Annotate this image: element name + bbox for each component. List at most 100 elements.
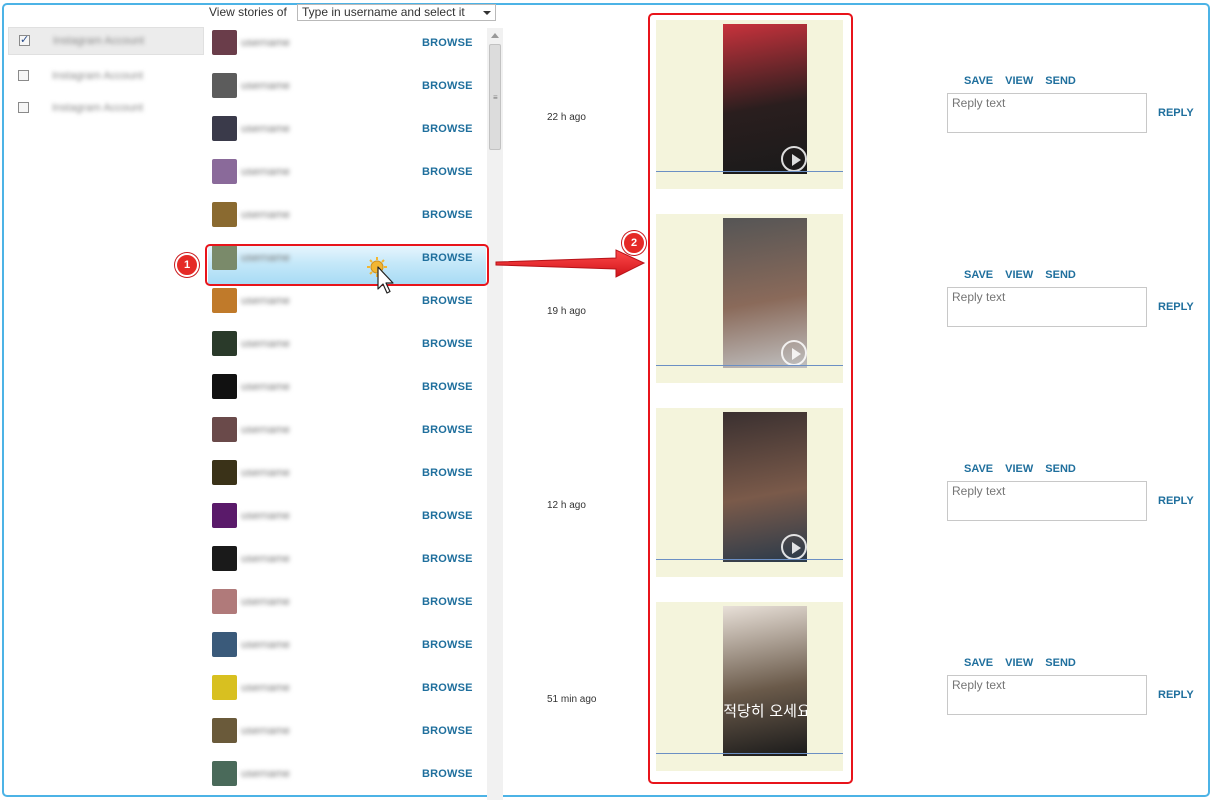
save-button[interactable]: SAVE bbox=[964, 463, 993, 475]
account-label: Instagram Account bbox=[52, 70, 144, 82]
username-select[interactable]: Type in username and select it bbox=[297, 4, 496, 21]
account-row[interactable]: Instagram Account bbox=[8, 63, 204, 91]
avatar bbox=[212, 675, 237, 700]
account-checkbox[interactable] bbox=[18, 102, 29, 113]
avatar bbox=[212, 159, 237, 184]
reply-button[interactable]: REPLY bbox=[1158, 689, 1194, 701]
callout-box-2 bbox=[648, 13, 853, 784]
story-actions: SAVE VIEW SEND bbox=[964, 657, 1088, 669]
avatar bbox=[212, 331, 237, 356]
chevron-down-icon[interactable] bbox=[483, 11, 491, 15]
browse-button[interactable]: BROWSE bbox=[422, 682, 473, 694]
reply-input[interactable] bbox=[947, 675, 1147, 715]
save-button[interactable]: SAVE bbox=[964, 269, 993, 281]
avatar bbox=[212, 73, 237, 98]
user-row[interactable]: username BROWSE bbox=[207, 73, 487, 109]
callout-box-1 bbox=[205, 244, 489, 286]
browse-button[interactable]: BROWSE bbox=[422, 123, 473, 135]
callout-arrow-icon bbox=[495, 249, 646, 278]
browse-button[interactable]: BROWSE bbox=[422, 725, 473, 737]
browse-button[interactable]: BROWSE bbox=[422, 295, 473, 307]
browse-button[interactable]: BROWSE bbox=[422, 639, 473, 651]
avatar bbox=[212, 632, 237, 657]
browse-button[interactable]: BROWSE bbox=[422, 768, 473, 780]
send-button[interactable]: SEND bbox=[1045, 75, 1076, 87]
browse-button[interactable]: BROWSE bbox=[422, 553, 473, 565]
user-row[interactable]: username BROWSE bbox=[207, 675, 487, 711]
user-row[interactable]: username BROWSE bbox=[207, 632, 487, 668]
reply-input[interactable] bbox=[947, 93, 1147, 133]
username-label: username bbox=[241, 682, 290, 694]
avatar bbox=[212, 116, 237, 141]
account-row[interactable]: ✓ Instagram Account bbox=[8, 27, 204, 55]
account-label: Instagram Account bbox=[53, 35, 145, 47]
user-row[interactable]: username BROWSE bbox=[207, 761, 487, 797]
user-row[interactable]: username BROWSE bbox=[207, 116, 487, 152]
user-row[interactable]: username BROWSE bbox=[207, 718, 487, 754]
story-actions: SAVE VIEW SEND bbox=[964, 463, 1088, 475]
username-label: username bbox=[241, 725, 290, 737]
reply-button[interactable]: REPLY bbox=[1158, 301, 1194, 313]
user-row[interactable]: username BROWSE bbox=[207, 417, 487, 453]
user-row[interactable]: username BROWSE bbox=[207, 546, 487, 582]
username-label: username bbox=[241, 166, 290, 178]
username-label: username bbox=[241, 123, 290, 135]
send-button[interactable]: SEND bbox=[1045, 657, 1076, 669]
username-label: username bbox=[241, 338, 290, 350]
username-select-placeholder: Type in username and select it bbox=[302, 5, 465, 19]
username-label: username bbox=[241, 639, 290, 651]
username-label: username bbox=[241, 381, 290, 393]
username-label: username bbox=[241, 467, 290, 479]
browse-button[interactable]: BROWSE bbox=[422, 510, 473, 522]
view-button[interactable]: VIEW bbox=[1005, 463, 1033, 475]
username-label: username bbox=[241, 510, 290, 522]
user-row[interactable]: username BROWSE bbox=[207, 374, 487, 410]
view-button[interactable]: VIEW bbox=[1005, 657, 1033, 669]
busy-cursor-icon bbox=[367, 257, 394, 294]
browse-button[interactable]: BROWSE bbox=[422, 338, 473, 350]
story-time: 22 h ago bbox=[547, 112, 586, 123]
view-button[interactable]: VIEW bbox=[1005, 269, 1033, 281]
scroll-up-arrow-icon[interactable] bbox=[491, 33, 499, 38]
account-row[interactable]: Instagram Account bbox=[8, 95, 204, 123]
save-button[interactable]: SAVE bbox=[964, 657, 993, 669]
browse-button[interactable]: BROWSE bbox=[422, 37, 473, 49]
username-label: username bbox=[241, 553, 290, 565]
send-button[interactable]: SEND bbox=[1045, 463, 1076, 475]
avatar bbox=[212, 288, 237, 313]
browse-button[interactable]: BROWSE bbox=[422, 381, 473, 393]
grip-icon: ≡ bbox=[493, 93, 498, 102]
username-label: username bbox=[241, 80, 290, 92]
username-label: username bbox=[241, 596, 290, 608]
user-row[interactable]: username BROWSE bbox=[207, 30, 487, 66]
view-stories-label: View stories of bbox=[209, 5, 287, 19]
reply-button[interactable]: REPLY bbox=[1158, 107, 1194, 119]
user-row[interactable]: username BROWSE bbox=[207, 159, 487, 195]
user-row[interactable]: username BROWSE bbox=[207, 460, 487, 496]
browse-button[interactable]: BROWSE bbox=[422, 596, 473, 608]
view-button[interactable]: VIEW bbox=[1005, 75, 1033, 87]
avatar bbox=[212, 546, 237, 571]
reply-button[interactable]: REPLY bbox=[1158, 495, 1194, 507]
save-button[interactable]: SAVE bbox=[964, 75, 993, 87]
username-label: username bbox=[241, 295, 290, 307]
account-checkbox[interactable] bbox=[18, 70, 29, 81]
reply-input[interactable] bbox=[947, 481, 1147, 521]
user-row[interactable]: username BROWSE bbox=[207, 331, 487, 367]
avatar bbox=[212, 374, 237, 399]
avatar bbox=[212, 202, 237, 227]
browse-button[interactable]: BROWSE bbox=[422, 467, 473, 479]
user-row[interactable]: username BROWSE bbox=[207, 589, 487, 625]
step-badge-1: 1 bbox=[175, 253, 199, 277]
browse-button[interactable]: BROWSE bbox=[422, 80, 473, 92]
user-row[interactable]: username BROWSE bbox=[207, 288, 487, 324]
send-button[interactable]: SEND bbox=[1045, 269, 1076, 281]
browse-button[interactable]: BROWSE bbox=[422, 209, 473, 221]
story-time: 12 h ago bbox=[547, 500, 586, 511]
account-checkbox[interactable]: ✓ bbox=[19, 35, 30, 46]
user-row[interactable]: username BROWSE bbox=[207, 503, 487, 539]
browse-button[interactable]: BROWSE bbox=[422, 166, 473, 178]
browse-button[interactable]: BROWSE bbox=[422, 424, 473, 436]
user-row[interactable]: username BROWSE bbox=[207, 202, 487, 238]
reply-input[interactable] bbox=[947, 287, 1147, 327]
